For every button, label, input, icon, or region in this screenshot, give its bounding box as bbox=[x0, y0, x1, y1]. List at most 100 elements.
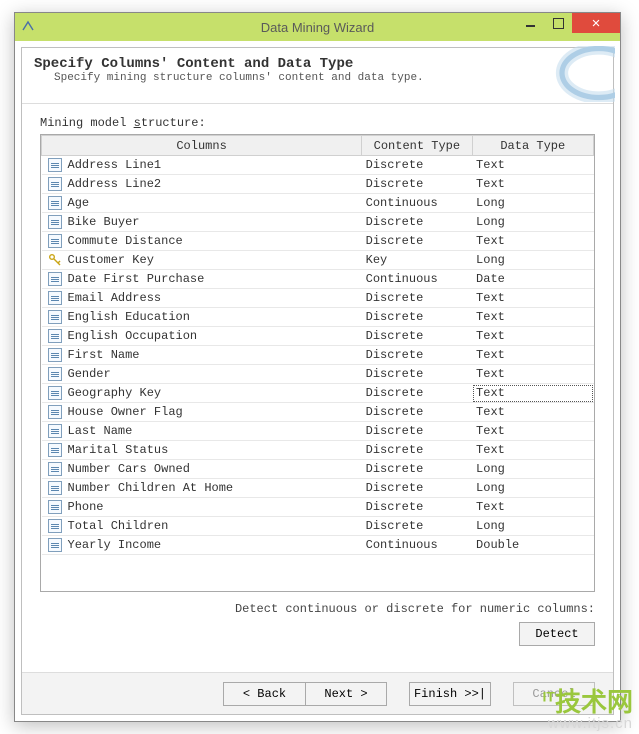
content-type-cell[interactable]: Discrete bbox=[362, 232, 472, 251]
column-name-cell[interactable]: First Name bbox=[42, 346, 362, 365]
table-row[interactable]: Customer KeyKeyLong bbox=[42, 251, 594, 270]
content-type-cell[interactable]: Discrete bbox=[362, 346, 472, 365]
content-type-cell[interactable]: Discrete bbox=[362, 175, 472, 194]
titlebar[interactable]: Data Mining Wizard bbox=[15, 13, 620, 41]
content-type-cell[interactable]: Continuous bbox=[362, 536, 472, 555]
back-button[interactable]: < Back bbox=[223, 682, 305, 706]
table-row[interactable]: Email AddressDiscreteText bbox=[42, 289, 594, 308]
table-row[interactable]: GenderDiscreteText bbox=[42, 365, 594, 384]
column-name-cell[interactable]: English Occupation bbox=[42, 327, 362, 346]
data-type-cell[interactable]: Text bbox=[472, 156, 593, 175]
table-row[interactable]: Commute DistanceDiscreteText bbox=[42, 232, 594, 251]
content-type-cell[interactable]: Discrete bbox=[362, 479, 472, 498]
table-row[interactable]: Geography KeyDiscreteText bbox=[42, 384, 594, 403]
data-type-cell[interactable]: Long bbox=[472, 460, 593, 479]
content-type-cell[interactable]: Discrete bbox=[362, 460, 472, 479]
content-type-cell[interactable]: Discrete bbox=[362, 422, 472, 441]
column-name-cell[interactable]: Age bbox=[42, 194, 362, 213]
window-controls bbox=[516, 13, 620, 33]
column-name-cell[interactable]: Date First Purchase bbox=[42, 270, 362, 289]
data-type-cell[interactable]: Text bbox=[472, 403, 593, 422]
table-row[interactable]: First NameDiscreteText bbox=[42, 346, 594, 365]
content-type-cell[interactable]: Discrete bbox=[362, 384, 472, 403]
table-row[interactable]: PhoneDiscreteText bbox=[42, 498, 594, 517]
cancel-button[interactable]: Cancel bbox=[513, 682, 595, 706]
data-type-cell[interactable]: Text bbox=[472, 441, 593, 460]
content-type-cell[interactable]: Key bbox=[362, 251, 472, 270]
maximize-button[interactable] bbox=[544, 13, 572, 33]
columns-grid[interactable]: Columns Content Type Data Type Address L… bbox=[40, 134, 595, 592]
data-type-cell[interactable]: Text bbox=[472, 498, 593, 517]
content-type-cell[interactable]: Continuous bbox=[362, 194, 472, 213]
content-type-cell[interactable]: Discrete bbox=[362, 498, 472, 517]
data-type-cell[interactable]: Text bbox=[472, 327, 593, 346]
table-row[interactable]: English OccupationDiscreteText bbox=[42, 327, 594, 346]
table-row[interactable]: Number Cars OwnedDiscreteLong bbox=[42, 460, 594, 479]
table-row[interactable]: Last NameDiscreteText bbox=[42, 422, 594, 441]
content-type-cell[interactable]: Discrete bbox=[362, 327, 472, 346]
table-row[interactable]: Number Children At Home DiscreteLong bbox=[42, 479, 594, 498]
content-type-cell[interactable]: Discrete bbox=[362, 156, 472, 175]
data-type-cell[interactable]: Text bbox=[472, 346, 593, 365]
content-type-cell[interactable]: Discrete bbox=[362, 403, 472, 422]
col-header-content-type[interactable]: Content Type bbox=[362, 136, 472, 156]
data-type-cell[interactable]: Text bbox=[472, 422, 593, 441]
table-row[interactable]: English EducationDiscreteText bbox=[42, 308, 594, 327]
table-row[interactable]: Total ChildrenDiscreteLong bbox=[42, 517, 594, 536]
content-type-cell[interactable]: Discrete bbox=[362, 441, 472, 460]
data-type-cell[interactable]: Long bbox=[472, 479, 593, 498]
column-name-cell[interactable]: Geography Key bbox=[42, 384, 362, 403]
column-name-cell[interactable]: Address Line1 bbox=[42, 156, 362, 175]
col-header-columns[interactable]: Columns bbox=[42, 136, 362, 156]
content-type-cell[interactable]: Discrete bbox=[362, 308, 472, 327]
content-type-cell[interactable]: Discrete bbox=[362, 289, 472, 308]
data-type-cell[interactable]: Long bbox=[472, 517, 593, 536]
column-name-cell[interactable]: Number Cars Owned bbox=[42, 460, 362, 479]
column-name-cell[interactable]: Total Children bbox=[42, 517, 362, 536]
minimize-button[interactable] bbox=[516, 13, 544, 33]
column-name-cell[interactable]: Yearly Income bbox=[42, 536, 362, 555]
column-name-cell[interactable]: Marital Status bbox=[42, 441, 362, 460]
column-name-cell[interactable]: House Owner Flag bbox=[42, 403, 362, 422]
data-type-cell[interactable]: Text bbox=[472, 232, 593, 251]
data-type-cell[interactable]: Long bbox=[472, 194, 593, 213]
content-type-cell[interactable]: Discrete bbox=[362, 213, 472, 232]
column-name-cell[interactable]: English Education bbox=[42, 308, 362, 327]
column-name-cell[interactable]: Commute Distance bbox=[42, 232, 362, 251]
column-name-text: Number Children At Home bbox=[68, 481, 234, 495]
col-header-data-type[interactable]: Data Type bbox=[472, 136, 593, 156]
column-name-cell[interactable]: Bike Buyer bbox=[42, 213, 362, 232]
column-name-cell[interactable]: Email Address bbox=[42, 289, 362, 308]
content-type-cell[interactable]: Discrete bbox=[362, 517, 472, 536]
data-type-cell[interactable]: Text bbox=[472, 384, 593, 403]
data-type-cell[interactable]: Long bbox=[472, 213, 593, 232]
finish-button[interactable]: Finish >>| bbox=[409, 682, 491, 706]
column-name-cell[interactable]: Address Line2 bbox=[42, 175, 362, 194]
column-name-cell[interactable]: Gender bbox=[42, 365, 362, 384]
data-type-cell[interactable]: Text bbox=[472, 308, 593, 327]
data-type-cell[interactable]: Text bbox=[472, 365, 593, 384]
table-row[interactable]: Date First PurchaseContinuousDate bbox=[42, 270, 594, 289]
wizard-footer: < Back Next > Finish >>| Cancel bbox=[22, 672, 613, 714]
data-type-cell[interactable]: Double bbox=[472, 536, 593, 555]
content-type-cell[interactable]: Continuous bbox=[362, 270, 472, 289]
table-row[interactable]: Marital StatusDiscreteText bbox=[42, 441, 594, 460]
column-name-cell[interactable]: Customer Key bbox=[42, 251, 362, 270]
column-name-cell[interactable]: Number Children At Home bbox=[42, 479, 362, 498]
table-row[interactable]: Yearly IncomeContinuousDouble bbox=[42, 536, 594, 555]
close-button[interactable] bbox=[572, 13, 620, 33]
content-type-cell[interactable]: Discrete bbox=[362, 365, 472, 384]
column-name-cell[interactable]: Phone bbox=[42, 498, 362, 517]
table-row[interactable]: AgeContinuousLong bbox=[42, 194, 594, 213]
next-button[interactable]: Next > bbox=[305, 682, 387, 706]
table-row[interactable]: Address Line2DiscreteText bbox=[42, 175, 594, 194]
table-row[interactable]: House Owner FlagDiscreteText bbox=[42, 403, 594, 422]
table-row[interactable]: Address Line1DiscreteText bbox=[42, 156, 594, 175]
table-row[interactable]: Bike BuyerDiscreteLong bbox=[42, 213, 594, 232]
data-type-cell[interactable]: Text bbox=[472, 175, 593, 194]
column-name-cell[interactable]: Last Name bbox=[42, 422, 362, 441]
data-type-cell[interactable]: Text bbox=[472, 289, 593, 308]
data-type-cell[interactable]: Long bbox=[472, 251, 593, 270]
detect-button[interactable]: Detect bbox=[519, 622, 595, 646]
data-type-cell[interactable]: Date bbox=[472, 270, 593, 289]
